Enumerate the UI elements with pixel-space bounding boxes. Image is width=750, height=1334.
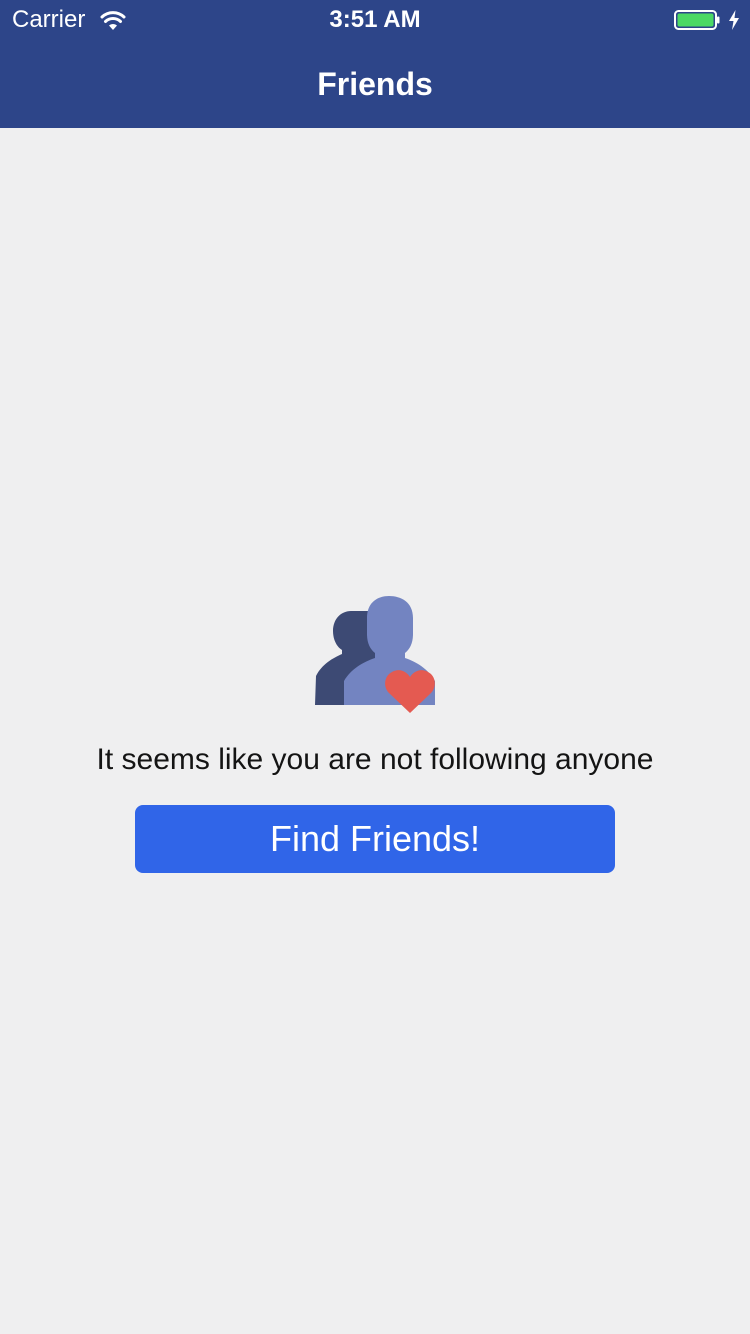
charging-bolt-icon xyxy=(729,10,739,30)
navigation-header: Carrier 3:51 AM Friends xyxy=(0,0,750,128)
page-title: Friends xyxy=(317,66,433,102)
status-time: 3:51 AM xyxy=(329,6,421,33)
friends-heart-icon xyxy=(315,596,435,713)
empty-state-message: It seems like you are not following anyo… xyxy=(96,743,654,776)
battery-icon xyxy=(674,10,720,30)
find-friends-button[interactable]: Find Friends! xyxy=(135,805,615,873)
status-bar: Carrier 3:51 AM xyxy=(0,0,750,40)
